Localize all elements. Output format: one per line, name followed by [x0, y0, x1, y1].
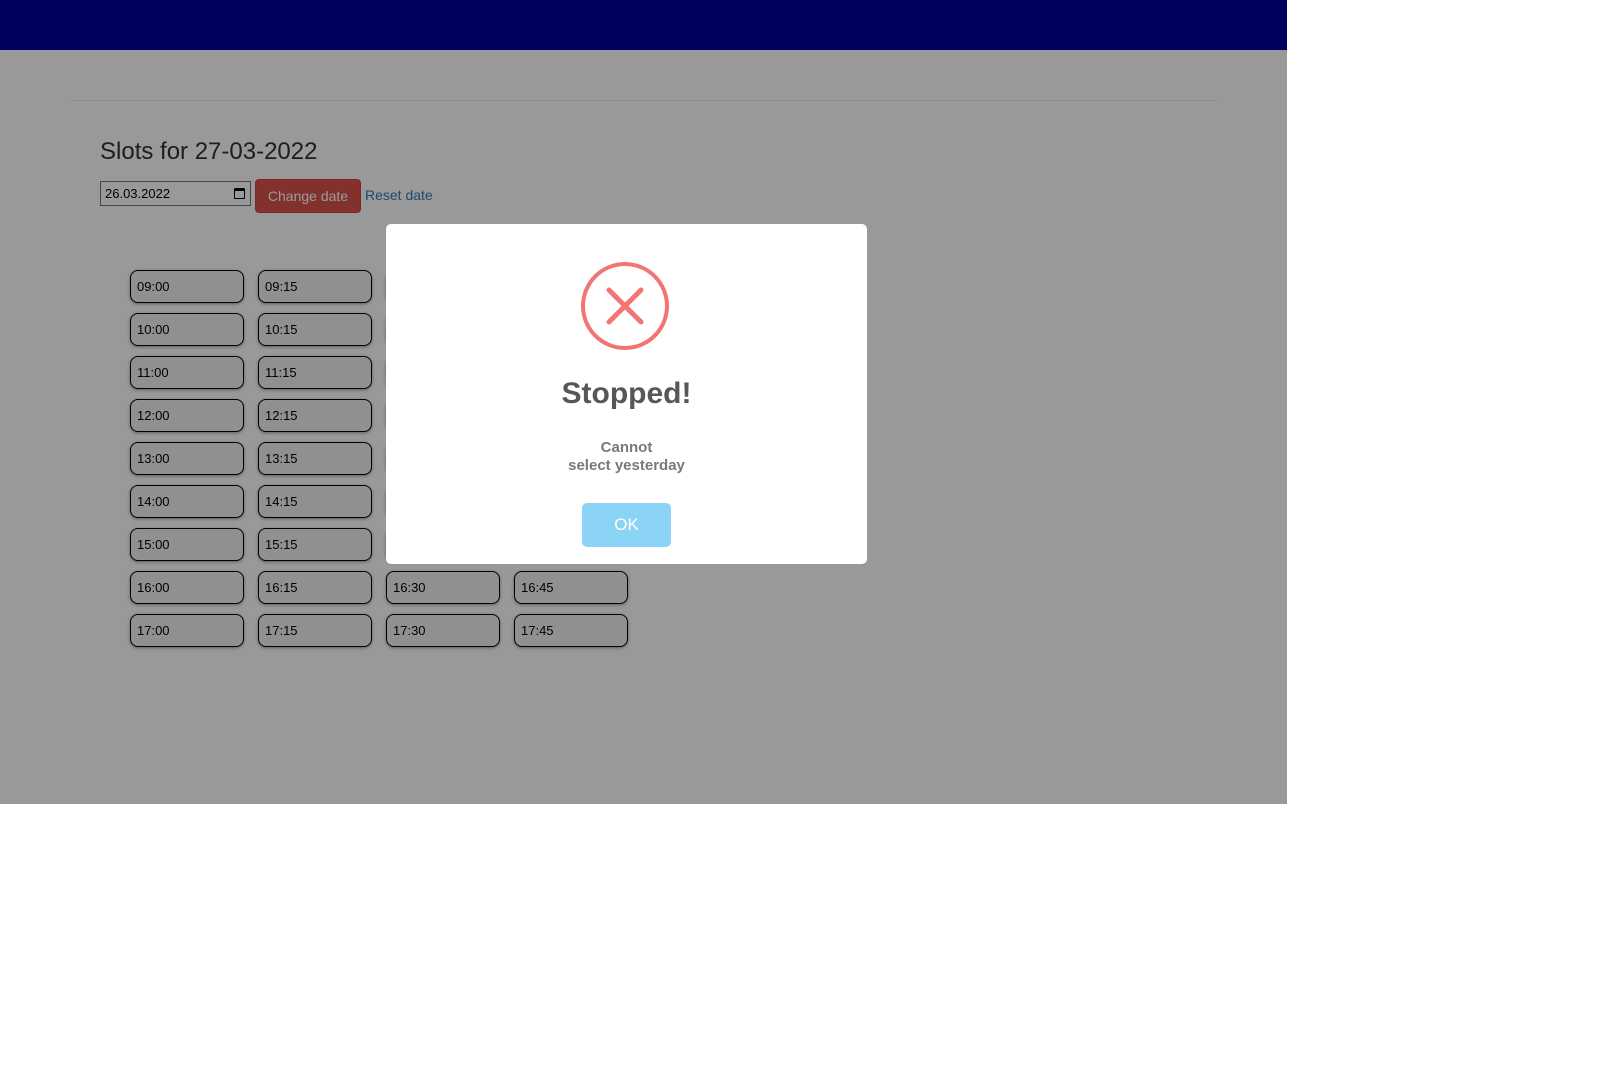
ok-button[interactable]: OK — [582, 503, 671, 547]
alert-dialog: Stopped! Cannot select yesterday OK — [386, 224, 867, 564]
dialog-title: Stopped! — [561, 377, 692, 410]
dialog-message-line: select yesterday — [568, 457, 685, 474]
browser-viewport: Slots for 27-03-2022 26.03.2022 Change d… — [0, 0, 1287, 804]
error-x-circle-icon — [581, 262, 669, 350]
dialog-message: Cannot select yesterday — [386, 439, 867, 475]
dialog-message-line: Cannot — [600, 439, 653, 456]
